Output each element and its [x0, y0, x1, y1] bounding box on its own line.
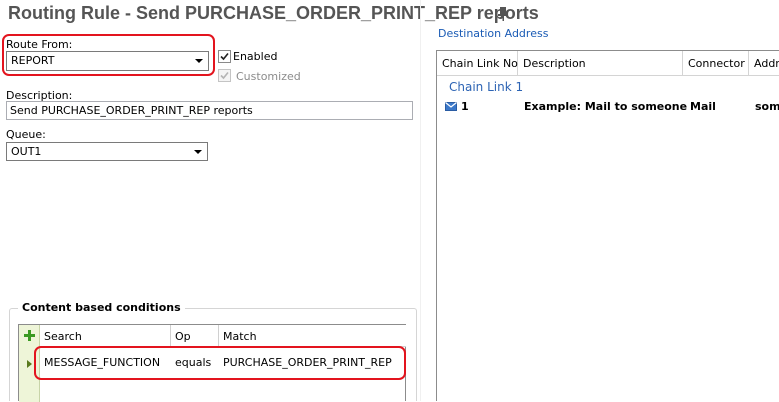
destination-address-cell[interactable]: someone [755, 100, 779, 113]
condition-op-cell[interactable]: equals [171, 352, 219, 374]
destination-connector-cell[interactable]: Mail [690, 100, 716, 113]
customized-checkbox [218, 69, 231, 82]
content-conditions-title: Content based conditions [18, 301, 185, 314]
destination-chain-link-no-cell[interactable]: 1 [461, 100, 469, 113]
queue-value: OUT1 [11, 145, 42, 158]
route-from-value: REPORT [11, 54, 55, 67]
column-header-search[interactable]: Search [40, 325, 171, 347]
chevron-down-icon [194, 150, 202, 154]
page-title: Routing Rule - Send PURCHASE_ORDER_PRINT… [8, 3, 539, 23]
condition-search-cell[interactable]: MESSAGE_FUNCTION [40, 352, 171, 374]
column-header-match[interactable]: Match [219, 325, 406, 347]
condition-match-cell[interactable]: PURCHASE_ORDER_PRINT_REP [219, 352, 406, 374]
chevron-down-icon [195, 59, 203, 63]
customized-label: Customized [236, 70, 301, 83]
description-input[interactable]: Send PURCHASE_ORDER_PRINT_REP reports [6, 101, 413, 120]
column-header-connector[interactable]: Connector [683, 51, 749, 76]
column-header-address[interactable]: Address [749, 51, 779, 76]
row-arrow-icon [26, 359, 34, 369]
chain-link-group-header[interactable]: Chain Link 1 [449, 80, 523, 94]
conditions-grid: Search Op Match MESSAGE_FUNCTION equals … [18, 324, 406, 402]
column-header-chain-link-no[interactable]: Chain Link No [437, 51, 518, 76]
route-from-select[interactable]: REPORT [6, 51, 209, 71]
route-from-label: Route From: [6, 38, 73, 51]
column-header-description[interactable]: Description [518, 51, 683, 76]
queue-select[interactable]: OUT1 [6, 142, 208, 161]
pane-splitter[interactable] [420, 0, 421, 401]
destination-address-label: Destination Address [438, 27, 549, 40]
enabled-checkbox[interactable] [218, 50, 231, 63]
destination-description-cell[interactable]: Example: Mail to someone [524, 100, 687, 113]
description-value: Send PURCHASE_ORDER_PRINT_REP reports [10, 104, 253, 117]
add-icon[interactable] [23, 329, 36, 342]
destination-grid: Chain Link No Description Connector Addr… [436, 50, 779, 401]
queue-label: Queue: [6, 128, 46, 141]
mail-icon [445, 101, 457, 111]
column-header-op[interactable]: Op [171, 325, 219, 347]
enabled-label: Enabled [233, 50, 278, 63]
pin-icon[interactable] [496, 6, 510, 22]
